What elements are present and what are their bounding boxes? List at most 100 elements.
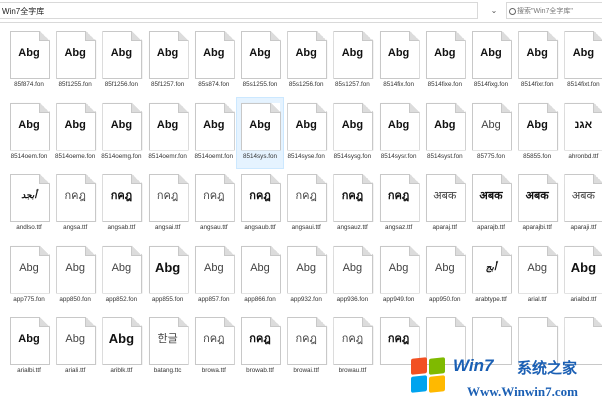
- file-item[interactable]: Abg 85s1256.fon: [283, 26, 329, 96]
- file-item[interactable]: अबक aparajbi.ttf: [514, 169, 560, 239]
- file-item[interactable]: กคฎ angsaui.ttf: [283, 169, 329, 239]
- font-preview-glyph: Abg: [435, 261, 455, 274]
- page-fold-icon: [454, 317, 465, 327]
- file-item[interactable]: अबक aparajb.ttf: [468, 169, 514, 239]
- file-item[interactable]: Abg 8514oemr.fon: [145, 98, 191, 168]
- file-item[interactable]: Abg app932.fon: [283, 241, 329, 311]
- file-item[interactable]: Abg 85s1257.fon: [329, 26, 375, 96]
- file-item[interactable]: אגנ ahronbd.ttf: [560, 98, 602, 168]
- file-item[interactable]: Abg app950.fon: [422, 241, 468, 311]
- file-item[interactable]: กคฎ angsab.ttf: [98, 169, 144, 239]
- file-name: ahronbd.ttf: [568, 152, 599, 160]
- file-item[interactable]: กคฎ browai.ttf: [283, 312, 329, 382]
- file-item[interactable]: Abg 8514oeme.fon: [52, 98, 98, 168]
- font-preview-glyph: Abg: [249, 118, 271, 131]
- file-item[interactable]: Abg 85f1255.fon: [52, 26, 98, 96]
- file-item[interactable]: กคฎ browa.ttf: [191, 312, 237, 382]
- font-preview-glyph: กคฎ: [110, 190, 133, 202]
- file-item[interactable]: Abg 85s874.fon: [191, 26, 237, 96]
- font-preview-glyph: Abg: [249, 47, 271, 59]
- font-preview-glyph: Abg: [203, 47, 225, 59]
- file-item[interactable]: Abg 8514fix.fon: [376, 26, 422, 96]
- font-preview-glyph: Abg: [64, 47, 86, 59]
- file-name: 8514fixt.fon: [567, 81, 600, 88]
- file-item[interactable]: Abg 8514syse.fon: [283, 98, 329, 168]
- file-item[interactable]: 한글 batang.ttc: [145, 312, 191, 382]
- font-preview-glyph: Abg: [203, 118, 225, 131]
- page-fold-icon: [547, 317, 558, 327]
- file-item[interactable]: Abg ariali.ttf: [52, 312, 98, 382]
- font-preview-glyph: Abg: [154, 259, 181, 275]
- file-item[interactable]: Abg 8514oemg.fon: [98, 98, 144, 168]
- chevron-down-icon[interactable]: ⌄: [488, 2, 500, 19]
- font-preview-glyph: Abg: [110, 47, 133, 59]
- watermark: Win7 系统之家 Www.Winwin7.com: [405, 352, 602, 406]
- font-preview-glyph: Abg: [342, 261, 363, 274]
- file-item[interactable]: Abg app855.fon: [145, 241, 191, 311]
- file-item[interactable]: Abg 8514syst.fon: [422, 98, 468, 168]
- font-preview-glyph: Abg: [64, 118, 86, 131]
- file-item[interactable]: กคฎ angsauz.ttf: [329, 169, 375, 239]
- file-item[interactable]: Abg arialbd.ttf: [560, 241, 602, 311]
- file-item[interactable]: กคฎ angsaz.ttf: [376, 169, 422, 239]
- file-item[interactable]: กคฎ angsau.ttf: [191, 169, 237, 239]
- file-item[interactable]: Abg app936.fon: [329, 241, 375, 311]
- file-item[interactable]: अबक aparaji.ttf: [560, 169, 602, 239]
- font-preview-glyph: กคฎ: [249, 333, 271, 345]
- font-preview-glyph: กคฎ: [203, 190, 225, 202]
- font-preview-glyph: Abg: [434, 118, 456, 131]
- file-item[interactable]: Abg 85f1257.fon: [145, 26, 191, 96]
- font-preview-glyph: अबक: [433, 190, 457, 202]
- file-item[interactable]: Abg arial.ttf: [514, 241, 560, 311]
- file-item[interactable]: Abg 8514fixt.fon: [560, 26, 602, 96]
- file-item[interactable]: Abg 8514oem.fon: [6, 98, 52, 168]
- file-item[interactable]: Abg 85775.fon: [468, 98, 514, 168]
- font-preview-glyph: أبجد: [21, 191, 37, 201]
- file-name: arialbd.ttf: [570, 295, 597, 303]
- font-preview-glyph: กคฎ: [249, 190, 271, 202]
- file-item[interactable]: Abg 8514sys.fon: [236, 96, 284, 169]
- file-item[interactable]: أبج arabtype.ttf: [468, 241, 514, 311]
- file-item[interactable]: Abg 85f1256.fon: [98, 26, 144, 96]
- file-item[interactable]: Abg 85f874.fon: [6, 26, 52, 96]
- file-item[interactable]: Abg arialbi.ttf: [6, 312, 52, 382]
- font-preview-glyph: กคฎ: [203, 333, 225, 345]
- file-item[interactable]: Abg app866.fon: [237, 241, 283, 311]
- file-item[interactable]: กคฎ angsa.ttf: [52, 169, 98, 239]
- file-item[interactable]: Abg 85s1255.fon: [237, 26, 283, 96]
- font-preview-glyph: Abg: [108, 331, 135, 346]
- address-bar[interactable]: Win7全字库: [0, 2, 478, 19]
- file-item[interactable]: Abg 8514oemt.fon: [191, 98, 237, 168]
- search-input[interactable]: 搜索"Win7全字库": [506, 2, 602, 19]
- file-item[interactable]: अबक aparaj.ttf: [422, 169, 468, 239]
- windows-logo-icon: [411, 357, 447, 394]
- font-preview-glyph: अबक: [525, 190, 549, 202]
- file-item[interactable]: Abg app852.fon: [98, 241, 144, 311]
- file-item[interactable]: Abg 8514fixe.fon: [422, 26, 468, 96]
- file-item[interactable]: Abg app949.fon: [376, 241, 422, 311]
- font-preview-glyph: Abg: [204, 261, 224, 274]
- file-item[interactable]: กคฎ angsaub.ttf: [237, 169, 283, 239]
- file-item[interactable]: กคฎ browab.ttf: [237, 312, 283, 382]
- file-item[interactable]: กคฎ angsai.ttf: [145, 169, 191, 239]
- font-preview-glyph: Abg: [526, 47, 548, 59]
- file-item[interactable]: Abg 8514fixg.fon: [468, 26, 514, 96]
- file-item[interactable]: กคฎ browau.ttf: [329, 312, 375, 382]
- file-item[interactable]: Abg app775.fon: [6, 241, 52, 311]
- file-item[interactable]: Abg ariblk.ttf: [98, 312, 144, 382]
- file-item[interactable]: Abg 8514fixr.fon: [514, 26, 560, 96]
- font-preview-glyph: Abg: [387, 47, 410, 59]
- file-item[interactable]: أبجد andlso.ttf: [6, 169, 52, 239]
- file-name: aparaji.ttf: [570, 224, 597, 231]
- watermark-brand: Win7: [453, 356, 494, 375]
- font-preview-glyph: Abg: [572, 47, 595, 59]
- font-preview-glyph: Abg: [295, 118, 317, 131]
- file-item[interactable]: Abg app850.fon: [52, 241, 98, 311]
- file-item[interactable]: Abg 8514sysg.fon: [329, 98, 375, 168]
- font-preview-glyph: אגנ: [574, 118, 593, 131]
- file-item[interactable]: Abg 85855.fon: [514, 98, 560, 168]
- file-item[interactable]: Abg 8514sysr.fon: [376, 98, 422, 168]
- font-preview-glyph: Abg: [65, 261, 85, 274]
- file-item[interactable]: Abg app857.fon: [191, 241, 237, 311]
- font-preview-glyph: Abg: [18, 47, 40, 59]
